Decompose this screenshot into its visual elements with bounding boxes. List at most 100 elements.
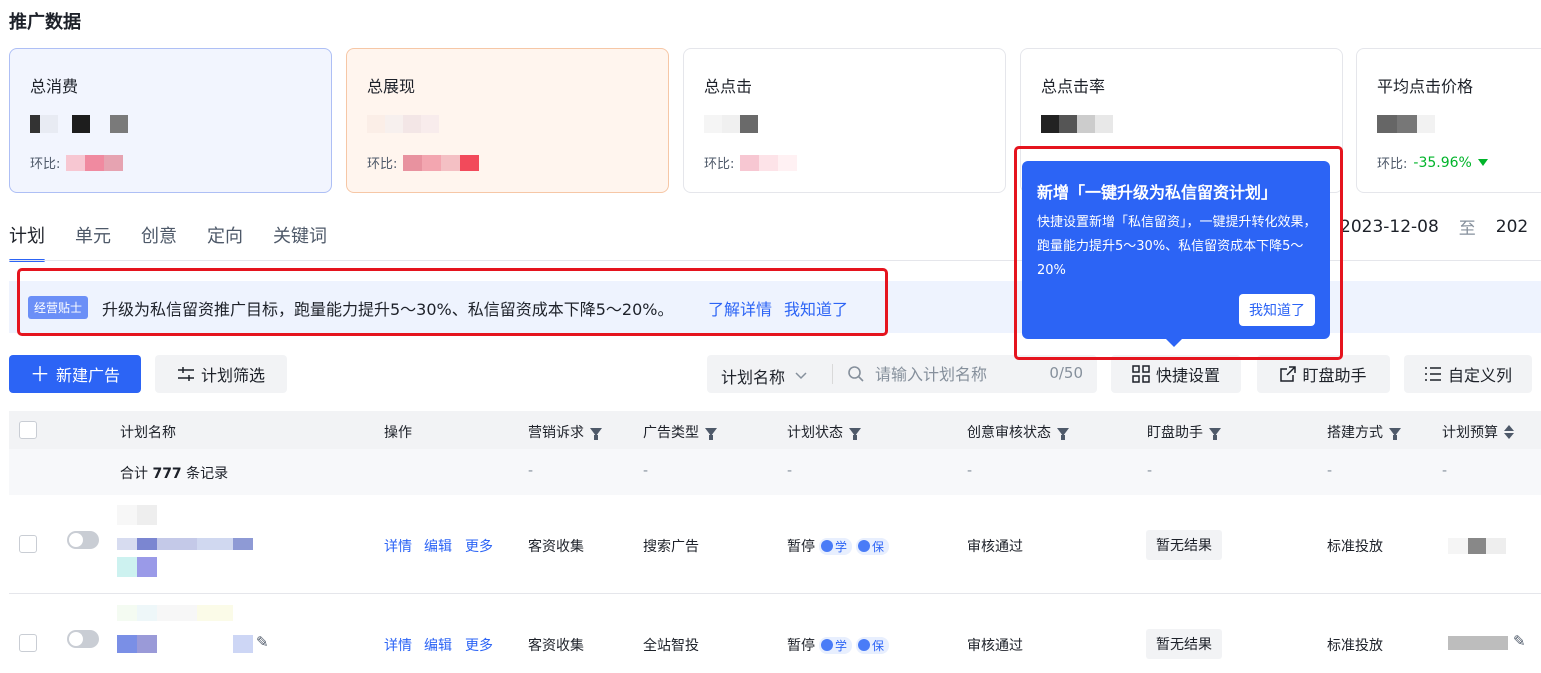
review-status-cell: 审核通过 <box>967 638 1023 654</box>
list-icon <box>1424 367 1441 381</box>
details-link[interactable]: 详情 <box>384 536 412 556</box>
col-budget[interactable]: 计划预算 <box>1442 422 1514 442</box>
search-box: 计划名称 0/50 <box>707 355 1097 393</box>
col-monitor-helper[interactable]: 盯盘助手 <box>1147 422 1221 442</box>
masked-plan-name <box>117 505 157 525</box>
details-link[interactable]: 详情 <box>384 635 412 655</box>
plan-status-cell: 暂停 学 保 <box>787 635 890 655</box>
row-checkbox[interactable] <box>19 535 37 553</box>
feature-popover: 新增「一键升级为私信留资计划」 快捷设置新增「私信留资」，一键提升转化效果，跑量… <box>1022 161 1330 339</box>
search-field-select[interactable]: 计划名称 <box>721 364 807 388</box>
plan-filter-button[interactable]: 计划筛选 <box>155 355 287 393</box>
card-label: 总消费 <box>30 77 79 96</box>
build-method-cell: 标准投放 <box>1327 539 1383 555</box>
masked-plan-name <box>117 605 233 621</box>
masked-ratio <box>66 154 124 171</box>
masked-value <box>704 115 758 135</box>
ratio-label: 环比: <box>704 157 735 172</box>
col-ad-type[interactable]: 广告类型 <box>643 422 717 442</box>
date-end[interactable]: 202 <box>1496 217 1528 237</box>
ratio-value: -35.96% <box>1413 154 1472 171</box>
col-operations: 操作 <box>384 425 412 441</box>
masked-value <box>367 115 439 135</box>
col-build-method[interactable]: 搭建方式 <box>1327 422 1401 442</box>
new-ad-label: 新建广告 <box>55 366 120 385</box>
popover-ack-button[interactable]: 我知道了 <box>1239 294 1315 326</box>
table-header: 计划名称 操作 营销诉求 广告类型 计划状态 创意审核状态 盯盘助手 搭建方式 … <box>9 411 1541 449</box>
chevron-down-icon <box>795 372 807 380</box>
guarantee-tag: 保 <box>856 537 890 555</box>
status-toggle[interactable] <box>67 630 99 648</box>
search-input[interactable] <box>875 362 1035 386</box>
metric-card-avg-cpc[interactable]: 平均点击价格 环比: -35.96% <box>1356 48 1541 193</box>
filter-icon[interactable] <box>1389 428 1401 440</box>
row-checkbox[interactable] <box>19 634 37 652</box>
tab-keywords[interactable]: 关键词 <box>273 222 327 260</box>
monitor-result-badge: 暂无结果 <box>1146 629 1222 659</box>
plan-status-cell: 暂停 学 保 <box>787 536 890 556</box>
col-plan-name: 计划名称 <box>120 425 176 441</box>
new-ad-button[interactable]: ＋ 新建广告 <box>9 355 141 393</box>
guarantee-tag: 保 <box>856 636 890 654</box>
date-start[interactable]: 2023-12-08 <box>1340 217 1439 237</box>
popover-body: 快捷设置新增「私信留资」，一键提升转化效果，跑量能力提升5～30%、私信留资成本… <box>1037 215 1317 278</box>
sliders-icon <box>177 367 194 381</box>
custom-columns-label: 自定义列 <box>1447 366 1512 385</box>
filter-icon[interactable] <box>1057 428 1069 440</box>
filter-icon[interactable] <box>705 428 717 440</box>
row-divider <box>9 593 1541 594</box>
filter-icon[interactable] <box>590 428 602 440</box>
edit-link[interactable]: 编辑 <box>424 536 452 556</box>
date-range-picker[interactable]: 2023-12-08 至 202 <box>1340 214 1528 240</box>
edit-name-icon[interactable]: ✎ <box>256 633 269 651</box>
plus-icon: ＋ <box>29 362 50 386</box>
tab-targeting[interactable]: 定向 <box>207 222 243 260</box>
masked-value <box>1377 115 1435 135</box>
masked-value <box>1041 115 1113 135</box>
ratio-line: 环比: <box>704 153 798 172</box>
page-title: 推广数据 <box>9 12 81 33</box>
edit-budget-icon[interactable]: ✎ <box>1513 632 1526 650</box>
summary-cell: - <box>528 463 534 479</box>
highlight-box-banner <box>17 268 888 336</box>
metric-card-total-clicks[interactable]: 总点击 环比: <box>683 48 1006 193</box>
ratio-line: 环比: <box>367 153 480 172</box>
summary-cell: - <box>787 463 793 479</box>
masked-ratio <box>740 154 798 171</box>
ratio-line: 环比: <box>30 153 124 172</box>
more-link[interactable]: 更多 <box>465 536 493 556</box>
col-review-status[interactable]: 创意审核状态 <box>967 422 1069 442</box>
status-toggle[interactable] <box>67 531 99 549</box>
filter-icon[interactable] <box>1209 428 1221 440</box>
summary-cell: - <box>967 463 973 479</box>
tab-creative[interactable]: 创意 <box>141 222 177 260</box>
ratio-label: 环比: <box>367 157 398 172</box>
quick-settings-button[interactable]: 快捷设置 <box>1111 355 1241 393</box>
filter-icon[interactable] <box>849 428 861 440</box>
custom-columns-button[interactable]: 自定义列 <box>1404 355 1532 393</box>
metric-card-total-cost[interactable]: 总消费 环比: <box>9 48 332 193</box>
date-separator: 至 <box>1458 219 1476 239</box>
external-link-icon <box>1280 366 1297 382</box>
select-all-checkbox[interactable] <box>19 421 37 439</box>
masked-plan-name <box>117 635 253 653</box>
col-plan-status[interactable]: 计划状态 <box>787 422 861 442</box>
edit-link[interactable]: 编辑 <box>424 635 452 655</box>
search-select-value: 计划名称 <box>721 368 786 387</box>
tab-unit[interactable]: 单元 <box>75 222 111 260</box>
ratio-label: 环比: <box>30 157 61 172</box>
summary-cell: - <box>1442 463 1448 479</box>
masked-value <box>30 115 128 135</box>
build-method-cell: 标准投放 <box>1327 638 1383 654</box>
metric-card-total-impressions[interactable]: 总展现 环比: <box>346 48 669 193</box>
search-char-count: 0/50 <box>1049 364 1083 382</box>
tab-plan[interactable]: 计划 <box>9 222 45 262</box>
shield-icon <box>858 540 871 552</box>
trend-down-icon <box>1477 159 1488 166</box>
clock-icon <box>821 540 833 552</box>
col-marketing-goal[interactable]: 营销诉求 <box>528 422 602 442</box>
monitor-helper-button[interactable]: 盯盘助手 <box>1257 355 1390 393</box>
card-label: 总点击率 <box>1041 77 1106 96</box>
sort-icon[interactable] <box>1504 425 1514 439</box>
more-link[interactable]: 更多 <box>465 635 493 655</box>
